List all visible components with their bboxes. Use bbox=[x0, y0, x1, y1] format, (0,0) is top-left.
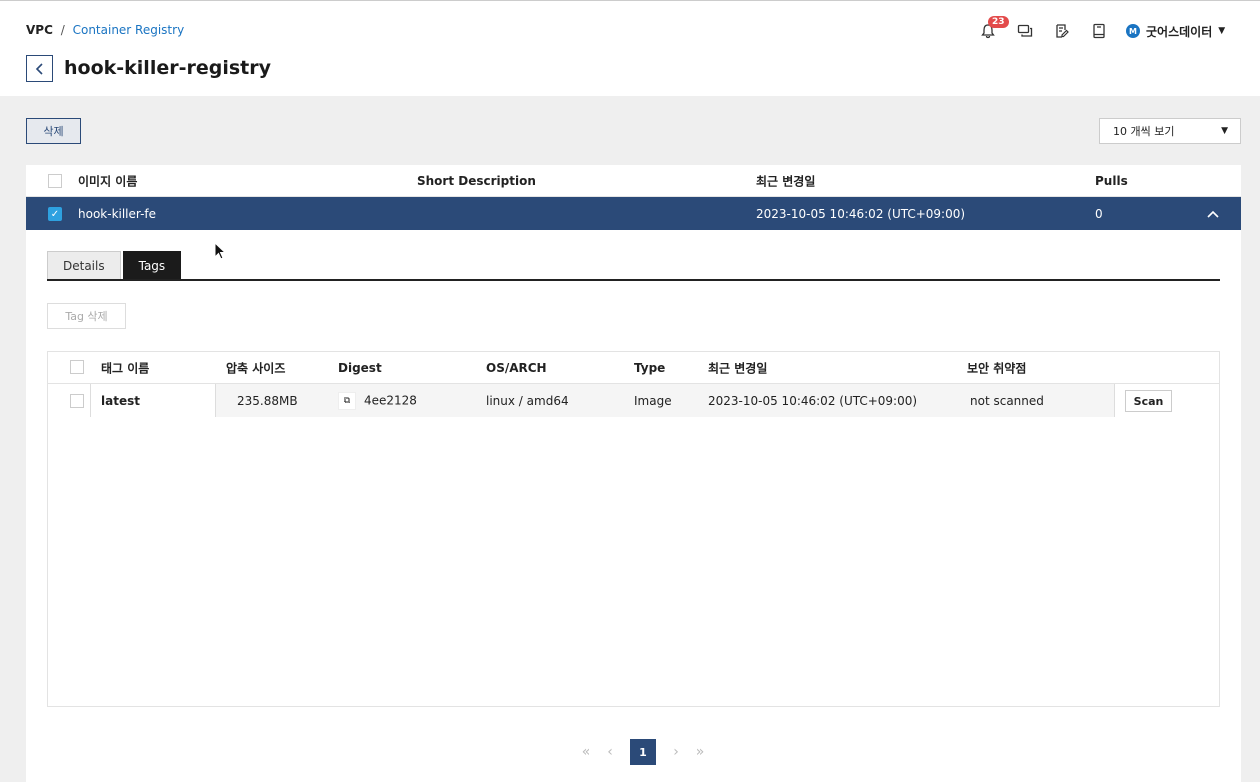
tag-vulnerability: not scanned bbox=[970, 393, 1044, 408]
breadcrumb-root[interactable]: VPC bbox=[26, 23, 53, 37]
table-row[interactable]: ✓ hook-killer-fe 2023-10-05 10:46:02 (UT… bbox=[26, 197, 1241, 230]
breadcrumb: VPC / Container Registry bbox=[26, 23, 184, 37]
next-page-icon[interactable]: › bbox=[667, 744, 685, 760]
column-header: 최근 변경일 bbox=[708, 361, 768, 375]
image-name[interactable]: hook-killer-fe bbox=[78, 207, 156, 221]
tab-underline bbox=[47, 279, 1220, 281]
image-pulls: 0 bbox=[1095, 206, 1103, 221]
tag-size: 235.88MB bbox=[237, 393, 298, 408]
column-header: 최근 변경일 bbox=[756, 174, 816, 188]
select-all-checkbox[interactable] bbox=[48, 174, 62, 188]
divider bbox=[215, 384, 216, 417]
chevron-left-icon bbox=[35, 62, 43, 75]
per-page-select[interactable]: 10 개씩 보기 ▼ bbox=[1099, 118, 1241, 144]
tag-delete-button[interactable]: Tag 삭제 bbox=[47, 303, 126, 329]
mouse-cursor-icon bbox=[214, 242, 227, 260]
page-title: hook-killer-registry bbox=[64, 57, 271, 79]
table-row[interactable]: latest 235.88MB ⧉ 4ee2128 linux / amd64 I… bbox=[48, 384, 1219, 417]
copy-icon[interactable]: ⧉ bbox=[338, 391, 356, 410]
tags-table: 태그 이름 압축 사이즈 Digest OS/ARCH Type 최근 변경일 … bbox=[47, 351, 1220, 707]
delete-button[interactable]: 삭제 bbox=[26, 118, 81, 144]
tags-table-header: 태그 이름 압축 사이즈 Digest OS/ARCH Type 최근 변경일 … bbox=[48, 352, 1219, 384]
page-number[interactable]: 1 bbox=[630, 739, 656, 765]
prev-page-icon[interactable]: ‹ bbox=[601, 744, 619, 760]
guide-button[interactable] bbox=[1089, 21, 1109, 41]
collapse-button[interactable] bbox=[1207, 207, 1219, 221]
avatar: M bbox=[1126, 24, 1140, 38]
notification-badge: 23 bbox=[988, 16, 1009, 28]
notification-button[interactable]: 23 bbox=[978, 16, 1009, 41]
memo-button[interactable] bbox=[1052, 21, 1072, 41]
tag-os-arch: linux / amd64 bbox=[486, 393, 569, 408]
tag-updated: 2023-10-05 10:46:02 (UTC+09:00) bbox=[708, 393, 918, 408]
image-updated: 2023-10-05 10:46:02 (UTC+09:00) bbox=[756, 206, 966, 221]
column-header: 태그 이름 bbox=[101, 361, 150, 375]
book-icon bbox=[1093, 23, 1105, 39]
divider bbox=[90, 384, 91, 417]
column-header: 압축 사이즈 bbox=[226, 361, 286, 375]
column-header: OS/ARCH bbox=[486, 360, 547, 375]
last-page-icon[interactable]: » bbox=[691, 744, 709, 760]
column-header: Digest bbox=[338, 360, 382, 375]
row-checkbox[interactable]: ✓ bbox=[48, 207, 62, 221]
tag-type: Image bbox=[634, 393, 672, 408]
column-header: Short Description bbox=[417, 173, 536, 188]
user-menu[interactable]: M 굿어스데이터 ▼ bbox=[1126, 23, 1225, 40]
caret-down-icon: ▼ bbox=[1221, 126, 1228, 136]
chevron-up-icon bbox=[1207, 210, 1219, 218]
breadcrumb-current[interactable]: Container Registry bbox=[73, 23, 185, 37]
column-header: 이미지 이름 bbox=[78, 174, 138, 188]
image-table: 이미지 이름 Short Description 최근 변경일 Pulls ✓ … bbox=[26, 165, 1241, 782]
select-all-tags-checkbox[interactable] bbox=[70, 360, 84, 374]
column-header: Pulls bbox=[1095, 173, 1128, 188]
divider bbox=[1114, 384, 1115, 417]
digest-value: 4ee2128 bbox=[364, 393, 417, 407]
user-name: 굿어스데이터 bbox=[1146, 24, 1213, 39]
tag-digest: ⧉ 4ee2128 bbox=[338, 391, 417, 410]
breadcrumb-separator: / bbox=[60, 23, 65, 37]
tab-tags[interactable]: Tags bbox=[122, 251, 182, 280]
first-page-icon[interactable]: « bbox=[577, 744, 595, 760]
chat-button[interactable] bbox=[1015, 21, 1035, 41]
column-header: Type bbox=[634, 360, 666, 375]
row-checkbox[interactable] bbox=[70, 394, 84, 408]
tab-details[interactable]: Details bbox=[47, 251, 121, 280]
header-icons: 23 M 굿어스데이터 ▼ bbox=[978, 16, 1225, 41]
caret-down-icon: ▼ bbox=[1218, 26, 1226, 36]
column-header: 보안 취약점 bbox=[967, 361, 1027, 375]
tag-name: latest bbox=[101, 393, 140, 408]
edit-note-icon bbox=[1056, 24, 1069, 38]
pagination: « ‹ 1 › » bbox=[574, 739, 712, 765]
top-bar: VPC / Container Registry hook-killer-reg… bbox=[0, 0, 1260, 96]
chat-icon bbox=[1017, 24, 1033, 37]
table-header: 이미지 이름 Short Description 최근 변경일 Pulls bbox=[26, 165, 1241, 197]
detail-tabs: Details Tags bbox=[47, 251, 183, 280]
scan-button[interactable]: Scan bbox=[1125, 390, 1172, 412]
back-button[interactable] bbox=[26, 55, 53, 82]
per-page-value: 10 개씩 보기 bbox=[1113, 125, 1175, 138]
